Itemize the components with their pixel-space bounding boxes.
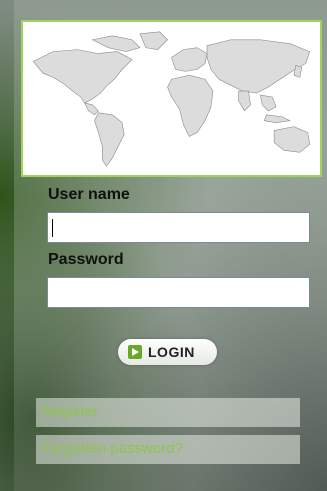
username-field[interactable] — [47, 212, 310, 243]
arrow-right-icon — [128, 345, 142, 359]
forgot-password-link-label: Forgotten password? — [42, 440, 183, 457]
username-label: User name — [48, 186, 130, 203]
password-label: Password — [48, 251, 124, 268]
forgot-password-link[interactable]: Forgotten password? — [36, 435, 300, 464]
text-caret — [52, 219, 53, 237]
world-map-icon — [32, 31, 311, 167]
register-link-label: Register — [42, 403, 98, 420]
login-button-label: LOGIN — [148, 344, 195, 360]
register-link[interactable]: Register — [36, 398, 300, 427]
password-field[interactable] — [47, 277, 310, 308]
world-map-image — [21, 20, 322, 177]
login-button[interactable]: LOGIN — [118, 339, 217, 365]
